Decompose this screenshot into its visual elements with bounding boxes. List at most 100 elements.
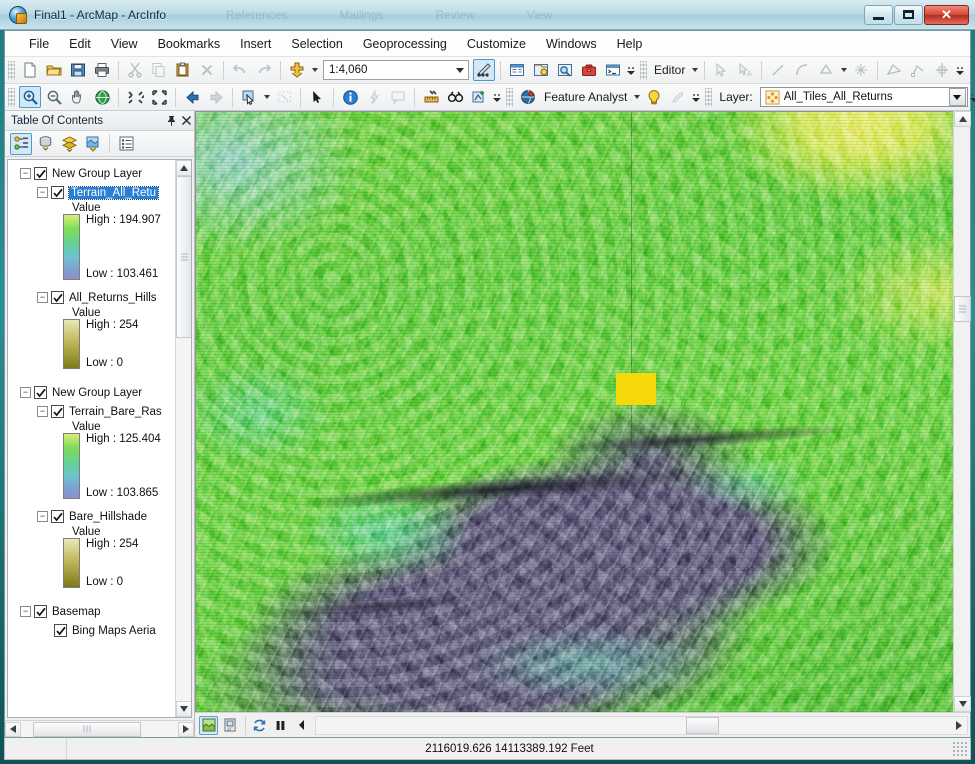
search-icon[interactable]: [554, 59, 576, 81]
map-hscrollbar-thumb[interactable]: [686, 716, 719, 734]
feature-analyst-dropdown[interactable]: [631, 86, 642, 108]
tools-toolbar-grip[interactable]: [8, 87, 15, 107]
editor-menu-dropdown[interactable]: [689, 59, 700, 81]
identify-icon[interactable]: [339, 86, 361, 108]
menu-customize[interactable]: Customize: [457, 33, 536, 55]
layer-toolbar-grip[interactable]: [705, 87, 713, 107]
layer-visibility-checkbox[interactable]: [51, 291, 64, 304]
feature-analyst-icon[interactable]: [517, 86, 539, 108]
feature-analyst-grip[interactable]: [506, 87, 513, 107]
arc-segment-icon[interactable]: [791, 59, 813, 81]
feature-analyst-overflow-button[interactable]: [690, 86, 702, 108]
expander-icon[interactable]: −: [20, 606, 31, 617]
toc-group-new-group-layer-2[interactable]: − New Group Layer: [12, 383, 175, 402]
open-icon[interactable]: [43, 59, 65, 81]
close-button[interactable]: ✕: [924, 4, 969, 25]
scroll-right-arrow-icon[interactable]: [951, 718, 966, 733]
go-forward-icon[interactable]: [205, 86, 227, 108]
catalog-icon[interactable]: [530, 59, 552, 81]
map-vertical-scrollbar[interactable]: [953, 111, 971, 712]
menu-selection[interactable]: Selection: [281, 33, 352, 55]
options-icon[interactable]: [115, 133, 137, 155]
toc-scrollbar-thumb[interactable]: [176, 176, 191, 338]
close-icon[interactable]: [179, 113, 194, 129]
map-scale-dropdown-arrow[interactable]: [451, 61, 468, 79]
menu-insert[interactable]: Insert: [230, 33, 281, 55]
straight-segment-icon[interactable]: [767, 59, 789, 81]
layer-visibility-checkbox[interactable]: [51, 186, 64, 199]
measure-icon[interactable]: [420, 86, 442, 108]
toc-layer-bing-maps-aerial[interactable]: Bing Maps Aeria: [12, 621, 175, 640]
fixed-zoom-out-icon[interactable]: [148, 86, 170, 108]
toolbar-grip[interactable]: [8, 60, 15, 80]
toc-layer-terrain-all-returns[interactable]: − Terrain_All_Retu: [12, 183, 175, 202]
go-back-icon[interactable]: [181, 86, 203, 108]
toc-layer-bare-hillshade[interactable]: − Bare_Hillshade: [12, 507, 175, 526]
editor-menu-button[interactable]: Editor: [650, 63, 689, 77]
map-scale-combo[interactable]: [323, 60, 469, 80]
menu-bookmarks[interactable]: Bookmarks: [148, 33, 231, 55]
pause-drawing-icon[interactable]: [271, 716, 290, 735]
active-layer-combo[interactable]: All_Tiles_All_Returns: [759, 87, 968, 107]
map-scale-input[interactable]: [324, 64, 451, 76]
redo-icon[interactable]: [253, 59, 275, 81]
expander-icon[interactable]: −: [37, 406, 48, 417]
cut-icon[interactable]: [124, 59, 146, 81]
arctoolbox-icon[interactable]: [578, 59, 600, 81]
select-elements-icon[interactable]: [306, 86, 328, 108]
layer-visibility-checkbox[interactable]: [54, 624, 67, 637]
auto-hide-pin-icon[interactable]: [164, 113, 179, 129]
toolbar-overflow-button[interactable]: [625, 59, 637, 81]
add-data-icon[interactable]: [286, 59, 308, 81]
menu-help[interactable]: Help: [607, 33, 653, 55]
tools-overflow-button[interactable]: [491, 86, 503, 108]
feature-analyst-menu-button[interactable]: Feature Analyst: [540, 90, 631, 104]
paste-icon[interactable]: [172, 59, 194, 81]
save-icon[interactable]: [67, 59, 89, 81]
active-layer-dropdown-button[interactable]: [948, 88, 966, 106]
map-vscrollbar-thumb[interactable]: [954, 296, 971, 322]
expander-icon[interactable]: −: [20, 168, 31, 179]
map-canvas[interactable]: [195, 111, 953, 712]
lidar-point-cluster[interactable]: [616, 373, 657, 405]
expander-icon[interactable]: −: [20, 387, 31, 398]
select-features-dropdown[interactable]: [261, 86, 272, 108]
select-features-icon[interactable]: [238, 86, 260, 108]
scroll-left-arrow-icon[interactable]: [5, 721, 21, 737]
list-by-drawing-order-icon[interactable]: [10, 132, 32, 155]
menu-view[interactable]: View: [101, 33, 148, 55]
scroll-up-arrow-icon[interactable]: [176, 160, 191, 176]
editor-overflow-button[interactable]: [954, 59, 966, 81]
clear-selection-icon[interactable]: [273, 86, 295, 108]
layer-visibility-checkbox[interactable]: [51, 510, 64, 523]
expander-icon[interactable]: −: [37, 511, 48, 522]
list-by-selection-icon[interactable]: [82, 133, 104, 155]
python-window-icon[interactable]: [602, 59, 624, 81]
scroll-right-arrow-icon[interactable]: [178, 721, 194, 737]
modify-feature-icon[interactable]: [907, 59, 929, 81]
layer-visibility-checkbox[interactable]: [34, 605, 47, 618]
menu-file[interactable]: File: [19, 33, 59, 55]
zoom-in-icon[interactable]: [19, 86, 41, 108]
split-icon[interactable]: [850, 59, 872, 81]
minimize-button[interactable]: [864, 4, 893, 25]
find-icon[interactable]: [444, 86, 466, 108]
construction-tools-dropdown[interactable]: [838, 59, 849, 81]
previous-extent-icon[interactable]: [292, 716, 311, 735]
edit-annotation-icon[interactable]: A: [734, 59, 756, 81]
list-by-source-icon[interactable]: [34, 133, 56, 155]
find-route-icon[interactable]: [468, 86, 490, 108]
menu-windows[interactable]: Windows: [536, 33, 607, 55]
layer-toolbar-overflow-button[interactable]: [968, 86, 975, 108]
add-data-dropdown[interactable]: [309, 59, 320, 81]
learn-icon[interactable]: [643, 86, 665, 108]
reshape-icon[interactable]: [931, 59, 953, 81]
toc-layer-terrain-bare-raster[interactable]: − Terrain_Bare_Ras: [12, 402, 175, 421]
new-map-icon[interactable]: [19, 59, 41, 81]
refresh-icon[interactable]: [250, 716, 269, 735]
scroll-down-arrow-icon[interactable]: [176, 701, 191, 717]
data-view-icon[interactable]: [199, 715, 218, 735]
delete-icon[interactable]: [196, 59, 218, 81]
list-by-visibility-icon[interactable]: [58, 133, 80, 155]
layer-visibility-checkbox[interactable]: [34, 167, 47, 180]
